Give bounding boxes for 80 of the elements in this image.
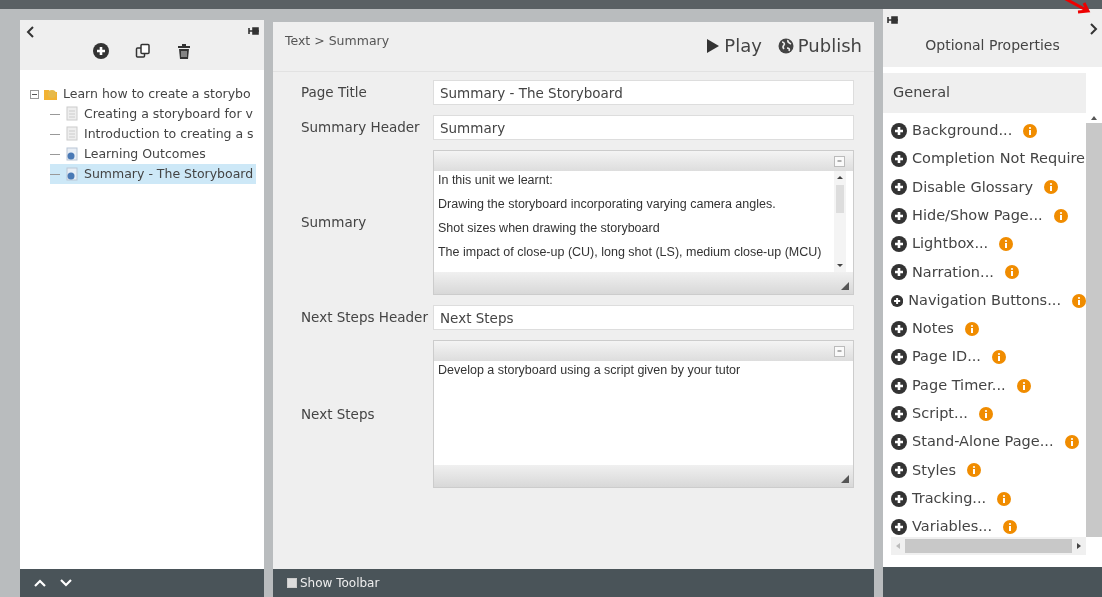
property-name[interactable]: Background... <box>912 120 1013 142</box>
property-name[interactable]: Disable Glossary <box>912 176 1034 199</box>
tree-item[interactable]: Learning Outcomes <box>50 144 209 164</box>
checkbox[interactable] <box>287 578 297 588</box>
down-icon[interactable] <box>60 578 72 588</box>
tree-item[interactable]: Learn how to create a storybo <box>30 84 254 104</box>
tree-item[interactable]: Summary - The Storyboard <box>50 164 257 184</box>
rich-text-editor[interactable]: Develop a storyboard using a script given by your tutor <box>433 340 854 488</box>
add-icon[interactable] <box>891 490 907 507</box>
toolbar-toggle-icon[interactable] <box>834 155 845 167</box>
editor-text: In this unit we learnt: <box>438 173 554 188</box>
input-field[interactable]: Summary - The Storyboard <box>433 80 854 105</box>
add-icon[interactable] <box>891 377 907 394</box>
trash-icon[interactable] <box>177 43 191 59</box>
pin-icon[interactable] <box>887 15 899 25</box>
section-header[interactable]: General <box>883 73 1086 113</box>
scrollbar[interactable] <box>1086 112 1102 537</box>
copy-icon[interactable] <box>135 43 151 59</box>
rich-text-editor[interactable]: In this unit we learnt: Drawing the storyboard incorporating varying camera angles. Shot sizes when drawing the storyboard The impact of close-up (CU), long shot (LS), medium close-up (MCU) <box>433 150 854 295</box>
pin-icon[interactable] <box>248 26 260 36</box>
publish-button[interactable]: Publish <box>777 32 862 59</box>
field-label: Summary <box>301 213 368 233</box>
collapse-icon[interactable] <box>26 26 35 38</box>
add-icon[interactable] <box>891 462 907 479</box>
add-icon[interactable] <box>891 179 907 196</box>
property-name[interactable]: Page Timer... <box>912 374 1006 397</box>
add-icon[interactable] <box>891 236 907 253</box>
globe-icon <box>777 37 794 54</box>
checkbox-label: Show Toolbar <box>300 575 380 592</box>
property-name[interactable]: Navigation Buttons... <box>908 289 1061 312</box>
panel-title: Optional Properties <box>925 35 1060 55</box>
add-icon[interactable] <box>891 264 907 281</box>
property-name[interactable]: Narration... <box>912 261 994 284</box>
scrollbar[interactable] <box>834 171 846 272</box>
add-icon[interactable] <box>891 320 907 337</box>
collapse-icon[interactable] <box>30 89 39 99</box>
property-name[interactable]: Tracking... <box>912 487 987 510</box>
resize-handle-icon[interactable] <box>841 282 849 290</box>
add-icon[interactable] <box>891 349 907 366</box>
field-label: Summary Header <box>301 118 421 138</box>
property-name[interactable]: Hide/Show Page... <box>912 204 1043 227</box>
play-button[interactable]: Play <box>706 32 762 59</box>
property-name[interactable]: Styles <box>912 459 956 482</box>
up-icon[interactable] <box>34 578 46 588</box>
property-name[interactable]: Lightbox... <box>912 233 989 255</box>
info-icon <box>64 146 80 162</box>
info-icon <box>64 166 80 182</box>
add-icon[interactable] <box>891 122 907 139</box>
add-icon[interactable] <box>891 207 907 224</box>
page-icon <box>64 126 80 142</box>
property-name[interactable]: Variables... <box>912 516 993 537</box>
add-icon[interactable] <box>891 519 907 536</box>
toolbar-toggle-icon[interactable] <box>834 345 845 357</box>
page-icon <box>64 106 80 122</box>
add-icon[interactable] <box>891 151 907 168</box>
field-label: Next Steps Header <box>301 308 429 328</box>
editor-text: Drawing the storyboard incorporating varying camera angles. <box>438 197 777 212</box>
add-icon[interactable] <box>891 405 907 422</box>
tree-item[interactable]: Creating a storyboard for v <box>50 104 256 124</box>
property-name[interactable]: Notes <box>912 318 954 340</box>
property-name[interactable]: Page ID... <box>912 346 981 369</box>
property-name[interactable]: Completion Not Require <box>912 148 1085 171</box>
breadcrumb: Text > Summary <box>285 32 390 50</box>
editor-text: The impact of close-up (CU), long shot (LS), medium close-up (MCU) <box>438 245 823 260</box>
add-icon[interactable] <box>891 292 904 309</box>
field-label: Page Title <box>301 83 368 103</box>
editor-text: Develop a storyboard using a script given by your tutor <box>438 363 742 378</box>
play-icon <box>706 37 721 54</box>
field-label: Next Steps <box>301 404 376 424</box>
tree-item[interactable]: Introduction to creating a s <box>50 124 257 144</box>
add-icon[interactable] <box>93 43 109 59</box>
add-icon[interactable] <box>891 434 907 451</box>
input-field[interactable]: Next Steps <box>433 305 854 330</box>
editor-text: Shot sizes when drawing the storyboard <box>438 221 661 236</box>
input-field[interactable]: Summary <box>433 115 854 140</box>
property-name[interactable]: Script... <box>912 403 968 425</box>
expand-icon[interactable] <box>1090 23 1098 35</box>
property-name[interactable]: Stand-Alone Page... <box>912 431 1054 454</box>
resize-handle-icon[interactable] <box>841 475 849 483</box>
scrollbar[interactable] <box>891 537 1086 555</box>
